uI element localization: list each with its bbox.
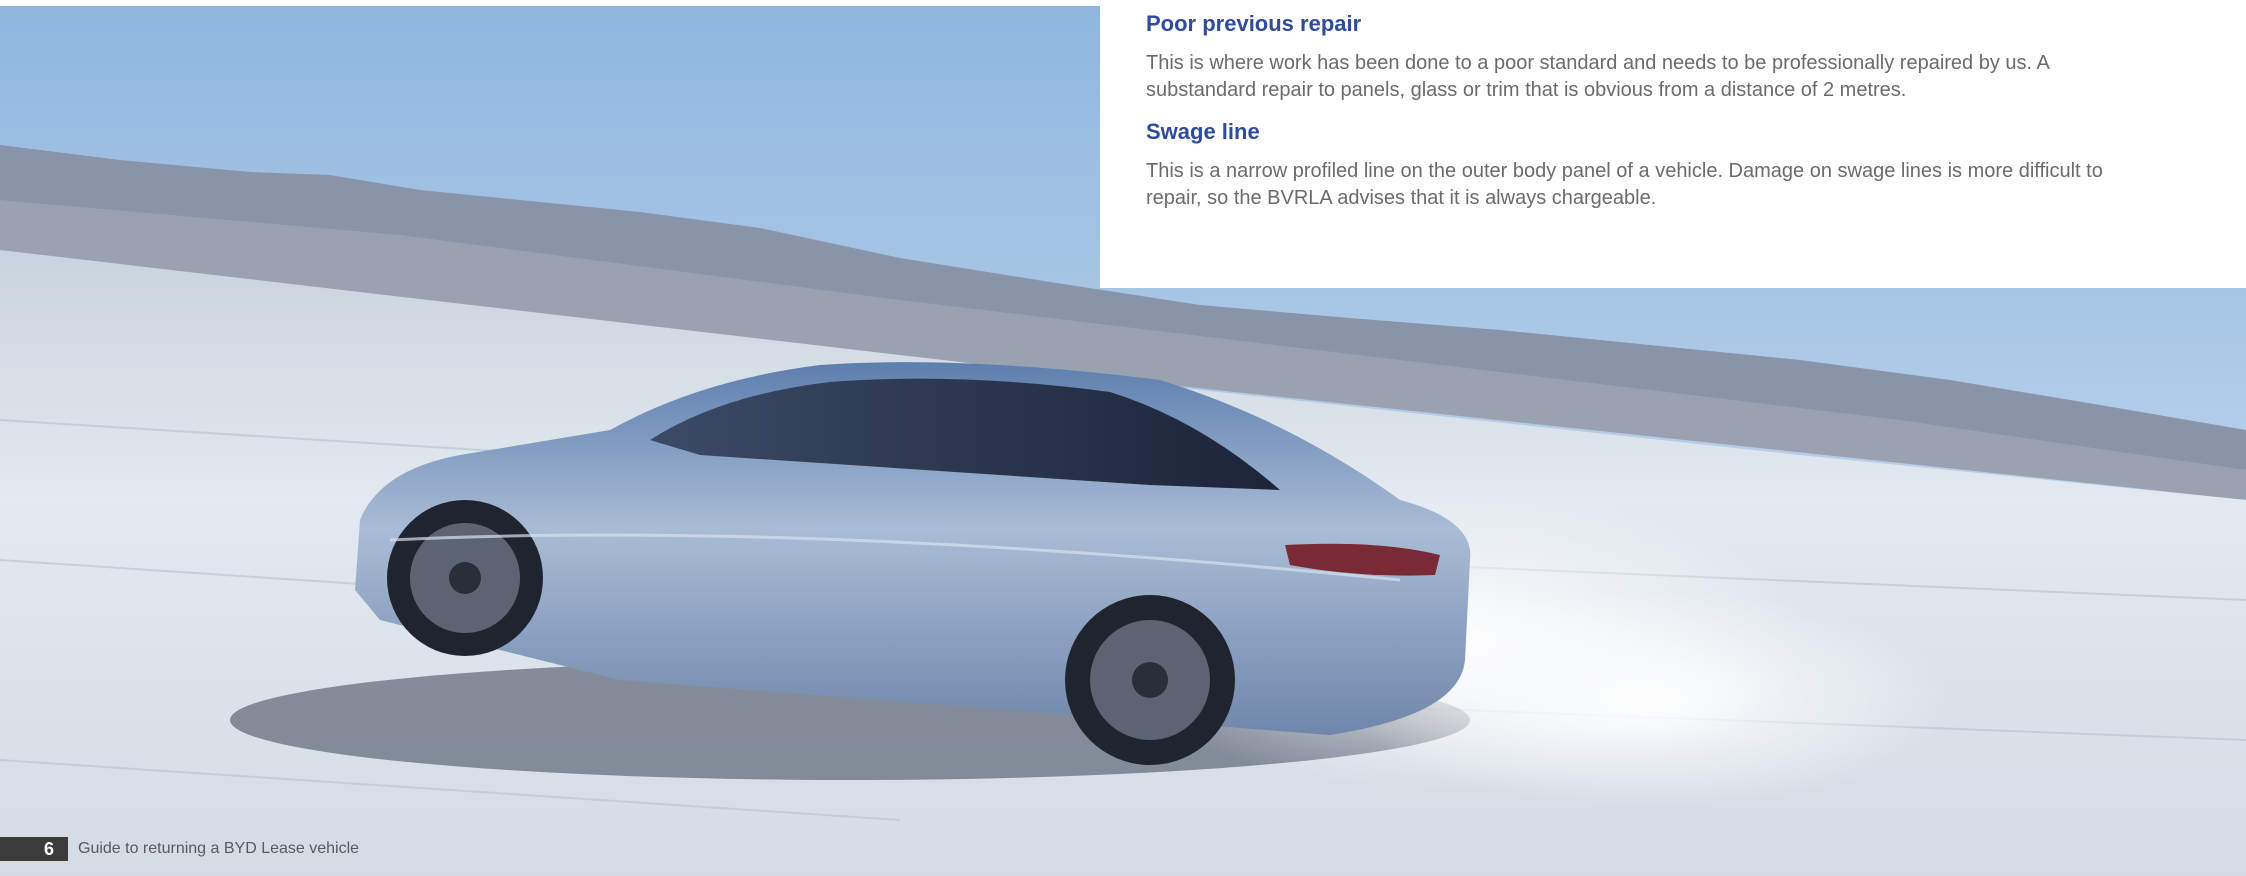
- page-footer: 6 Guide to returning a BYD Lease vehicle: [0, 837, 359, 861]
- brochure-page: Poor previous repair This is where work …: [0, 0, 2246, 876]
- footer-title: Guide to returning a BYD Lease vehicle: [78, 840, 360, 857]
- definitions-panel: Poor previous repair This is where work …: [1100, 0, 2246, 288]
- heading-poor-previous-repair: Poor previous repair: [1146, 11, 1362, 36]
- text-poor-previous-repair: This is where work has been done to a po…: [1146, 52, 2049, 101]
- text-swage-line: This is a narrow profiled line on the ou…: [1146, 160, 2103, 209]
- heading-swage-line: Swage line: [1146, 119, 1260, 144]
- page-number: 6: [0, 837, 68, 861]
